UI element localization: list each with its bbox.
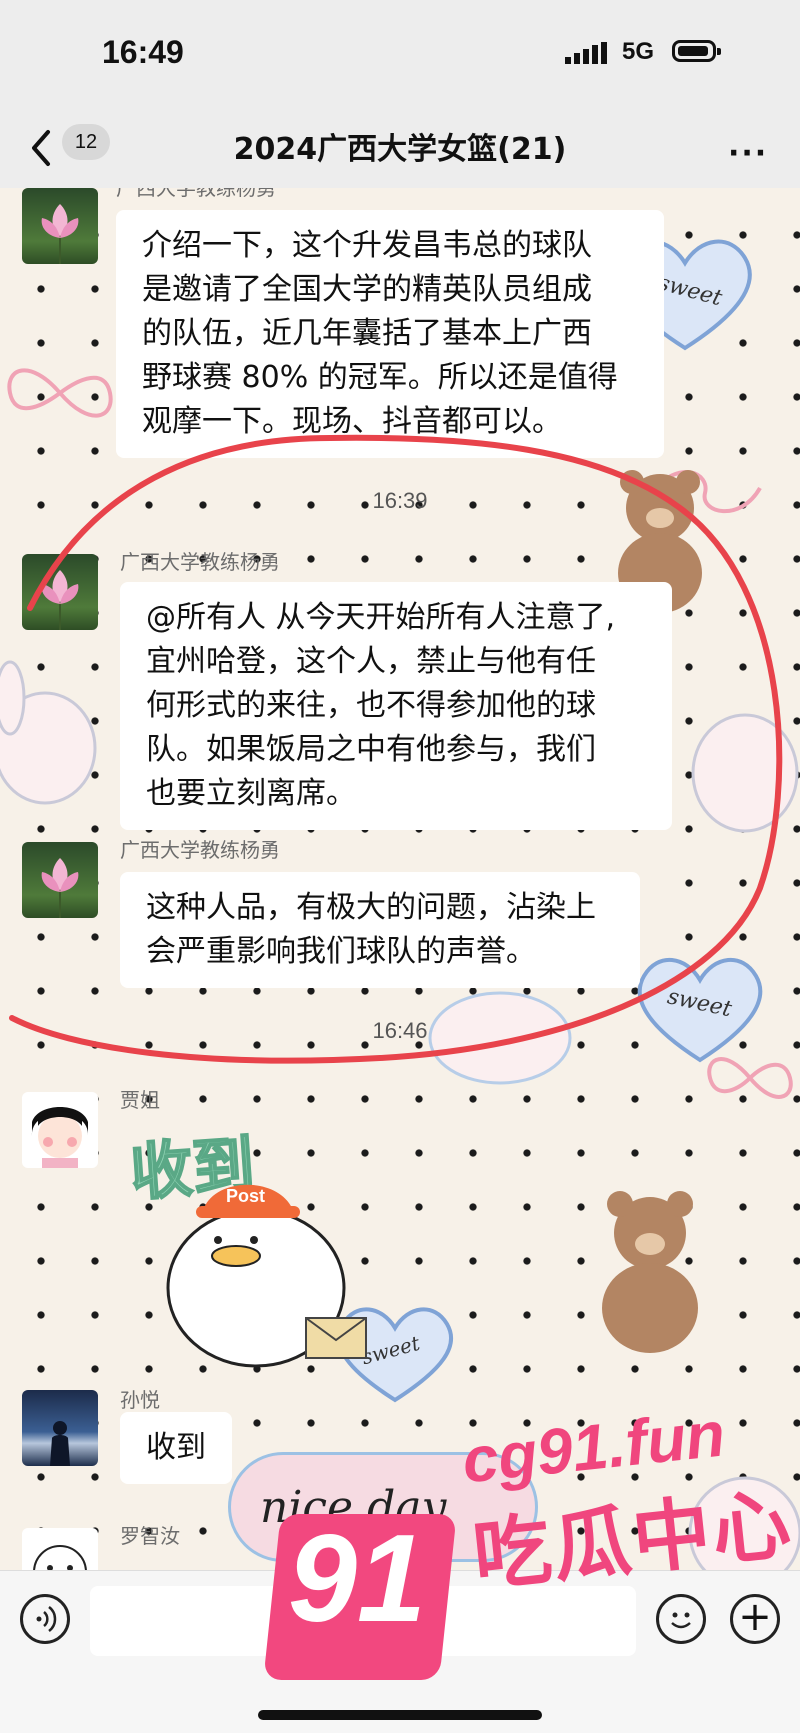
message-line: 收到 — [146, 1430, 206, 1465]
watermark-number: 91 — [288, 1510, 426, 1648]
sticker-message[interactable]: 收到 Post — [120, 1108, 380, 1378]
emoji-icon[interactable] — [656, 1594, 706, 1644]
avatar[interactable] — [22, 1390, 98, 1466]
voice-input-icon[interactable] — [20, 1594, 70, 1644]
sound-wave-icon — [36, 1606, 57, 1632]
status-time: 16:49 — [102, 34, 184, 70]
avatar[interactable] — [22, 1092, 98, 1168]
signal-icon — [565, 42, 607, 64]
battery-icon — [672, 40, 721, 62]
avatar[interactable] — [22, 1528, 98, 1570]
duck-mail-sticker-icon: Post — [166, 1184, 367, 1368]
sender-name: 孙悦 — [120, 1388, 160, 1412]
bear-sticker-icon — [602, 1191, 698, 1353]
cartoon-girl-icon — [31, 1107, 89, 1168]
more-options-icon[interactable]: ··· — [728, 136, 768, 171]
chat-title: 2024广西大学女篮(21) — [233, 132, 567, 167]
network-label: 5G — [622, 38, 655, 65]
message-bubble[interactable]: 收到 — [120, 1412, 232, 1484]
chat-background: sweet sweet sweet 广西大学教练杨勇 介绍一下，这个升发昌韦总的… — [0, 188, 800, 1570]
cartoon-avatar-icon — [33, 1545, 87, 1570]
sender-name: 罗智汝 — [120, 1524, 180, 1548]
smile-face-icon — [671, 1612, 691, 1629]
person-silhouette-icon — [50, 1421, 70, 1466]
post-label: Post — [226, 1186, 265, 1206]
annotation-circle — [9, 434, 783, 1064]
add-attachment-icon[interactable]: + — [730, 1594, 780, 1644]
home-indicator — [258, 1710, 542, 1720]
